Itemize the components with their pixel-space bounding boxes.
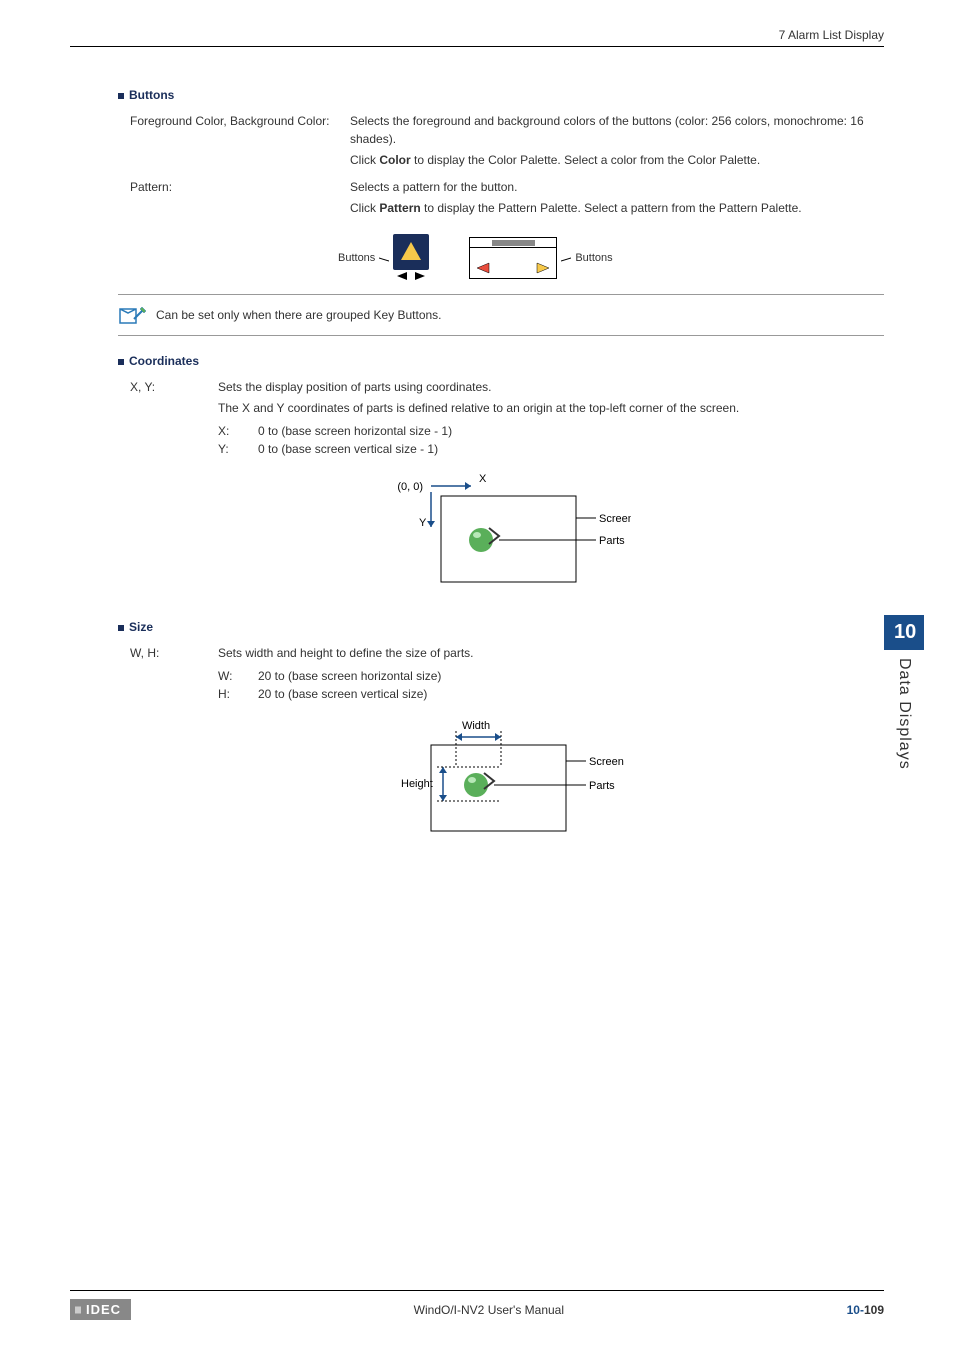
heading-coordinates: Coordinates <box>118 354 884 368</box>
h-range: 20 to (base screen vertical size) <box>258 687 427 701</box>
diag-height-label: Height <box>401 778 433 790</box>
x-range: 0 to (base screen horizontal size - 1) <box>258 424 452 438</box>
tab-label: Data Displays <box>895 658 913 770</box>
diag-screen-label: Screen <box>589 756 624 768</box>
body-fg-bg-color: Selects the foreground and background co… <box>350 112 884 172</box>
buttons-illustration: Buttons Buttons <box>338 234 884 282</box>
button-sample-up-icon <box>393 234 429 270</box>
body-wh: Sets width and height to define the size… <box>218 644 884 665</box>
illo-label-left: Buttons <box>338 252 375 264</box>
xy-line2: The X and Y coordinates of parts is defi… <box>218 399 884 417</box>
header-rule <box>70 46 884 47</box>
note-icon <box>118 303 146 327</box>
pattern-line1: Selects a pattern for the button. <box>350 178 884 196</box>
xy-line1: Sets the display position of parts using… <box>218 378 884 396</box>
term-xy: X, Y: <box>130 378 218 420</box>
heading-size-text: Size <box>129 620 153 634</box>
wh-line1: Sets width and height to define the size… <box>218 644 884 662</box>
y-range: 0 to (base screen vertical size - 1) <box>258 442 438 456</box>
bullet-icon <box>118 625 124 631</box>
illo-label-right: Buttons <box>575 252 612 264</box>
footer-title: WindO/I-NV2 User's Manual <box>414 1303 564 1317</box>
page-number: 10-109 <box>847 1303 884 1317</box>
diag-parts-label: Parts <box>589 780 615 792</box>
body-pattern: Selects a pattern for the button. Click … <box>350 178 884 220</box>
footer-logo: IDEC <box>70 1299 131 1320</box>
arrow-right-icon <box>534 261 552 275</box>
note-box: Can be set only when there are grouped K… <box>118 294 884 336</box>
diag-screen-label: Screen <box>599 513 631 525</box>
note-text: Can be set only when there are grouped K… <box>156 308 442 322</box>
diag-origin-label: (0, 0) <box>397 481 423 493</box>
diag-parts-label: Parts <box>599 535 625 547</box>
side-tab: 10 Data Displays <box>884 615 924 770</box>
content: Buttons Foreground Color, Background Col… <box>118 88 884 865</box>
heading-coordinates-text: Coordinates <box>129 354 199 368</box>
bullet-icon <box>118 359 124 365</box>
heading-buttons: Buttons <box>118 88 884 102</box>
coordinates-diagram: (0, 0) X Y Screen Parts <box>371 472 631 592</box>
w-label: W: <box>218 669 242 683</box>
pointer-line-icon <box>379 253 389 263</box>
heading-buttons-text: Buttons <box>129 88 174 102</box>
diag-width-label: Width <box>462 720 490 732</box>
w-range: 20 to (base screen horizontal size) <box>258 669 441 683</box>
pointer-line-icon <box>561 253 571 263</box>
fg-bg-line2: Click Color to display the Color Palette… <box>350 151 884 169</box>
heading-size: Size <box>118 620 884 634</box>
term-wh: W, H: <box>130 644 218 665</box>
scroll-panel-sample <box>469 237 557 279</box>
footer: IDEC WindO/I-NV2 User's Manual 10-109 <box>70 1290 884 1320</box>
size-diagram: Width Height Screen Parts <box>371 717 631 837</box>
tab-number: 10 <box>884 615 924 650</box>
bullet-icon <box>118 93 124 99</box>
h-label: H: <box>218 687 242 701</box>
fg-bg-line1: Selects the foreground and background co… <box>350 112 884 148</box>
x-label: X: <box>218 424 242 438</box>
arrow-left-icon <box>474 261 492 275</box>
y-label: Y: <box>218 442 242 456</box>
arrow-left-small-icon <box>393 270 411 282</box>
header-section-title: 7 Alarm List Display <box>779 28 884 42</box>
diag-x-label: X <box>479 473 487 485</box>
arrow-right-small-icon <box>411 270 429 282</box>
term-fg-bg-color: Foreground Color, Background Color: <box>130 112 350 172</box>
term-pattern: Pattern: <box>130 178 350 220</box>
pattern-line2: Click Pattern to display the Pattern Pal… <box>350 199 884 217</box>
diag-y-label: Y <box>419 517 427 529</box>
body-xy: Sets the display position of parts using… <box>218 378 884 420</box>
